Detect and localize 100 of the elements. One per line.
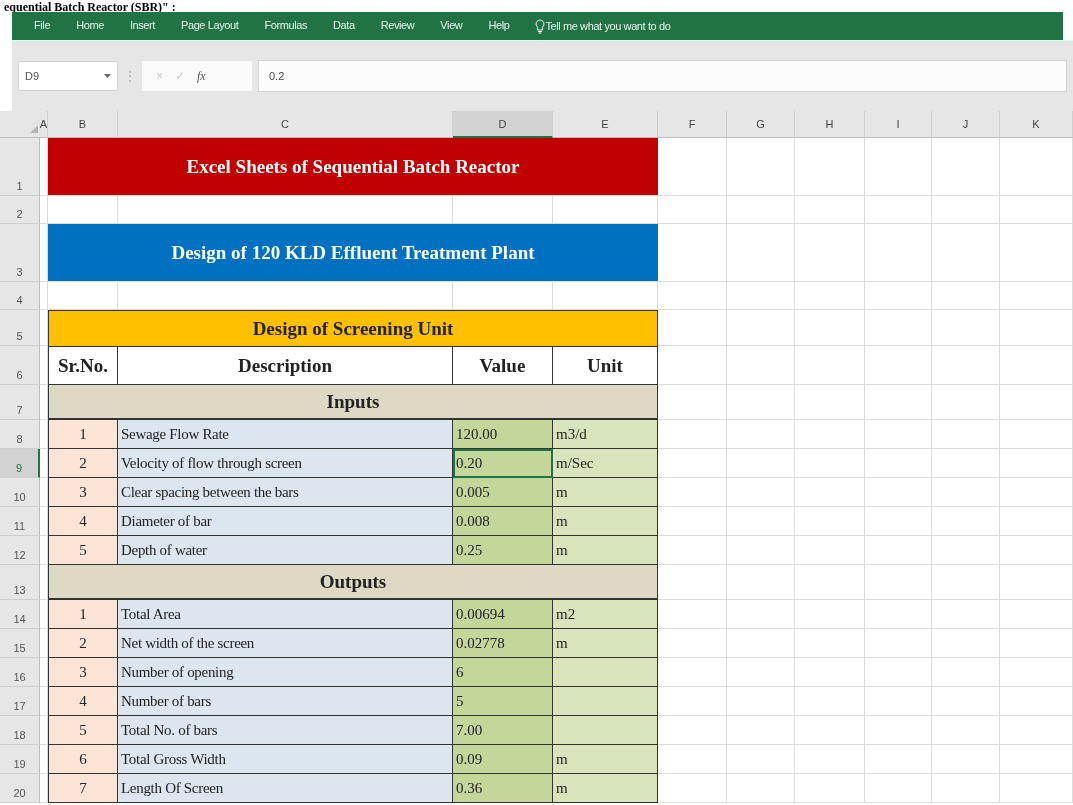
ribbon-tab[interactable]: File bbox=[34, 19, 51, 33]
table-cell: Total Area bbox=[118, 600, 453, 629]
table-cell: Velocity of flow through screen bbox=[118, 449, 453, 478]
column-header: Description bbox=[118, 346, 453, 385]
table-cell[interactable]: 5 bbox=[453, 687, 553, 716]
row-number[interactable]: 2 bbox=[0, 196, 40, 224]
row-number[interactable]: 12 bbox=[0, 536, 40, 565]
table-cell[interactable]: 0.25 bbox=[453, 536, 553, 565]
ribbon-tab[interactable]: Review bbox=[380, 19, 415, 33]
row-number[interactable]: 5 bbox=[0, 310, 40, 346]
table-cell[interactable]: 0.005 bbox=[453, 478, 553, 507]
row-number[interactable]: 4 bbox=[0, 282, 40, 310]
column-letter[interactable]: I bbox=[865, 111, 932, 138]
row-number[interactable]: 3 bbox=[0, 224, 40, 282]
column-letter[interactable]: C bbox=[118, 111, 453, 138]
table-cell: m/Sec bbox=[553, 449, 658, 478]
table-cell: m bbox=[553, 629, 658, 658]
column-header: Unit bbox=[553, 346, 658, 385]
table-cell: m bbox=[553, 478, 658, 507]
row-number[interactable]: 17 bbox=[0, 687, 40, 716]
table-cell: 5 bbox=[48, 536, 118, 565]
table-cell: 5 bbox=[48, 716, 118, 745]
table-cell: m bbox=[553, 536, 658, 565]
table-cell: 3 bbox=[48, 658, 118, 687]
table-cell: m bbox=[553, 745, 658, 774]
row-number[interactable]: 13 bbox=[0, 565, 40, 600]
table-cell[interactable]: 0.09 bbox=[453, 745, 553, 774]
row-number[interactable]: 20 bbox=[0, 774, 40, 803]
row-number[interactable]: 18 bbox=[0, 716, 40, 745]
table-cell: Total No. of bars bbox=[118, 716, 453, 745]
row-number[interactable]: 1 bbox=[0, 138, 40, 196]
heading-text: equential Batch Reactor (SBR)" : bbox=[3, 0, 177, 12]
table-cell: Total Gross Width bbox=[118, 745, 453, 774]
table-cell: 1 bbox=[48, 420, 118, 449]
ribbon-tab[interactable]: Data bbox=[333, 19, 355, 33]
table-cell[interactable]: 120.00 bbox=[453, 420, 553, 449]
corner-triangle-icon bbox=[30, 125, 38, 133]
dropdown-arrow-icon[interactable] bbox=[104, 74, 111, 78]
ribbon-tab[interactable]: Help bbox=[488, 19, 510, 33]
row-number[interactable]: 11 bbox=[0, 507, 40, 536]
ribbon-tab[interactable]: Home bbox=[76, 19, 104, 33]
section-heading: Inputs bbox=[48, 385, 658, 420]
table-cell[interactable]: 6 bbox=[453, 658, 553, 687]
table-cell: Number of bars bbox=[118, 687, 453, 716]
column-letter[interactable]: D bbox=[453, 111, 553, 138]
row-number[interactable]: 8 bbox=[0, 420, 40, 449]
table-cell[interactable]: 0.008 bbox=[453, 507, 553, 536]
row-number[interactable]: 15 bbox=[0, 629, 40, 658]
ribbon-tab[interactable]: Page Layout bbox=[181, 19, 239, 33]
row-number[interactable]: 14 bbox=[0, 600, 40, 629]
column-letter[interactable]: B bbox=[48, 111, 118, 138]
ribbon-tab[interactable]: Insert bbox=[129, 19, 155, 33]
table-cell: 2 bbox=[48, 629, 118, 658]
table-cell: Sewage Flow Rate bbox=[118, 420, 453, 449]
row-number[interactable]: 16 bbox=[0, 658, 40, 687]
column-letter[interactable]: H bbox=[795, 111, 865, 138]
column-letter[interactable]: F bbox=[658, 111, 727, 138]
row-number[interactable]: 10 bbox=[0, 478, 40, 507]
section-heading: Outputs bbox=[48, 565, 658, 600]
table-cell[interactable]: 0.02778 bbox=[453, 629, 553, 658]
banner-title: Design of 120 KLD Effluent Treatment Plant bbox=[48, 224, 658, 282]
row-number[interactable]: 6 bbox=[0, 346, 40, 385]
table-cell: Clear spacing between the bars bbox=[118, 478, 453, 507]
table-cell[interactable]: 0.00694 bbox=[453, 600, 553, 629]
table-cell: Number of opening bbox=[118, 658, 453, 687]
column-letter[interactable]: J bbox=[932, 111, 1000, 138]
ribbon-tab[interactable]: View bbox=[440, 19, 463, 33]
lightbulb-icon bbox=[535, 18, 546, 34]
table-cell: Length Of Screen bbox=[118, 774, 453, 803]
column-letter[interactable]: K bbox=[1000, 111, 1073, 138]
name-box[interactable]: D9 bbox=[18, 61, 118, 91]
table-cell: m bbox=[553, 507, 658, 536]
table-title: Design of Screening Unit bbox=[48, 310, 658, 346]
insert-function-button[interactable]: fx bbox=[197, 68, 206, 84]
table-cell[interactable]: 7.00 bbox=[453, 716, 553, 745]
row-number[interactable]: 9 bbox=[0, 449, 40, 478]
column-header: Value bbox=[453, 346, 553, 385]
table-cell[interactable]: 0.36 bbox=[453, 774, 553, 803]
separator-handle: ⋮ bbox=[124, 69, 136, 83]
column-header: Sr.No. bbox=[48, 346, 118, 385]
table-cell[interactable]: 0.20 bbox=[453, 449, 553, 478]
formula-input[interactable]: 0.2 bbox=[258, 60, 1067, 92]
column-letter[interactable]: E bbox=[553, 111, 658, 138]
table-cell: m2 bbox=[553, 600, 658, 629]
table-cell: 3 bbox=[48, 478, 118, 507]
row-number[interactable]: 7 bbox=[0, 385, 40, 420]
column-letter[interactable]: G bbox=[727, 111, 795, 138]
table-cell: 7 bbox=[48, 774, 118, 803]
row-number[interactable]: 19 bbox=[0, 745, 40, 774]
table-cell: 4 bbox=[48, 687, 118, 716]
table-cell: 2 bbox=[48, 449, 118, 478]
table-cell: m3/d bbox=[553, 420, 658, 449]
table-cell: 6 bbox=[48, 745, 118, 774]
table-cell: 1 bbox=[48, 600, 118, 629]
tell-me-search[interactable]: Tell me what you want to do bbox=[545, 20, 671, 32]
ribbon-tab[interactable]: Formulas bbox=[264, 19, 308, 33]
table-cell: Depth of water bbox=[118, 536, 453, 565]
table-cell: 4 bbox=[48, 507, 118, 536]
table-cell: m bbox=[553, 774, 658, 803]
table-cell: Net width of the screen bbox=[118, 629, 453, 658]
